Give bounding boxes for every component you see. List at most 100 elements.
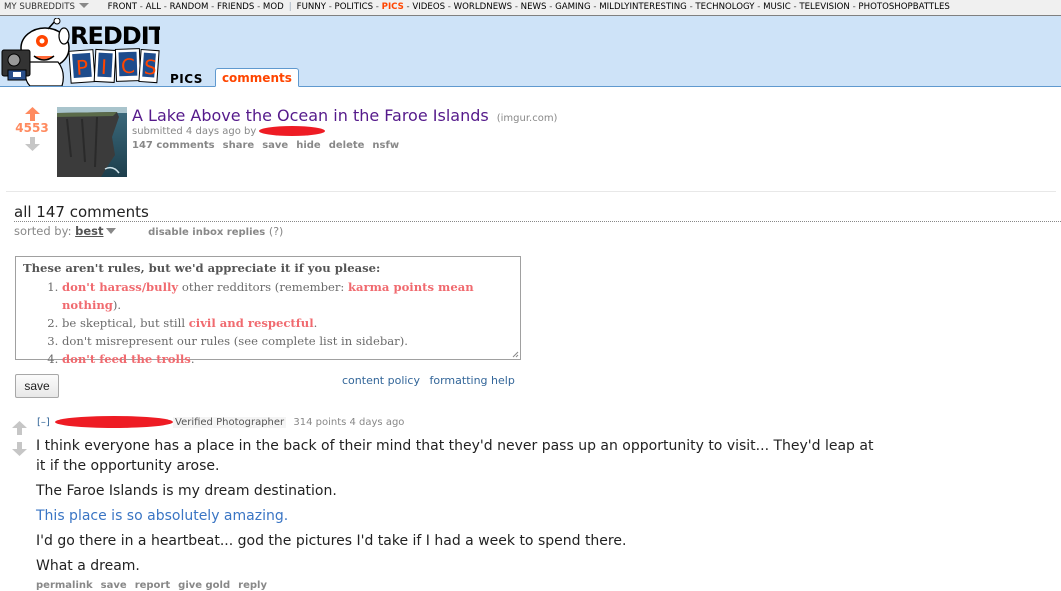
rule-item: don't feed the trolls. xyxy=(62,350,520,368)
post-thumbnail[interactable] xyxy=(57,107,127,177)
comment-paragraph: The Faroe Islands is my dream destinatio… xyxy=(36,483,337,499)
subreddit-link-television[interactable]: TELEVISION xyxy=(799,2,850,12)
subreddit-link-music[interactable]: MUSIC xyxy=(763,2,791,12)
subreddit-link-front[interactable]: FRONT xyxy=(108,2,137,12)
subreddit-link-gaming[interactable]: GAMING xyxy=(555,2,591,12)
redacted-username xyxy=(55,416,173,428)
separator: - xyxy=(754,2,764,12)
subreddit-link-mod[interactable]: MOD xyxy=(263,2,284,12)
svg-text:REDDIT: REDDIT xyxy=(70,22,160,50)
subreddit-link-pics[interactable]: PICS xyxy=(382,2,404,12)
disable-inbox-replies-toggle[interactable]: disable inbox replies xyxy=(148,227,265,238)
tab-pics[interactable]: PICS xyxy=(164,70,209,87)
rule-item: don't misrepresent our rules (see comple… xyxy=(62,332,520,350)
delete-button[interactable]: delete xyxy=(329,140,365,151)
comment-action-permalink[interactable]: permalink xyxy=(36,580,93,591)
separator: - xyxy=(208,2,217,12)
upvote-arrow-icon[interactable] xyxy=(12,421,27,435)
collapse-toggle[interactable]: [–] xyxy=(37,417,50,428)
comment-actions: permalink save report give gold reply xyxy=(36,580,275,591)
rule-highlight: civil and respectful xyxy=(188,316,314,330)
sort-row: sorted by: best disable inbox replies (?… xyxy=(14,224,283,238)
rule-text: . xyxy=(190,352,195,366)
comment-paragraph: I think everyone has a place in the back… xyxy=(36,438,874,474)
svg-text:S: S xyxy=(143,55,157,80)
comment-action-save[interactable]: save xyxy=(101,580,127,591)
post-buttons: 147 comments share save hide delete nsfw xyxy=(132,140,557,151)
my-subreddits-label: MY SUBREDDITS xyxy=(4,2,75,12)
rule-highlight: don't feed the trolls xyxy=(62,352,191,366)
separator: - xyxy=(325,2,335,12)
chevron-down-icon[interactable] xyxy=(106,228,117,234)
post-vote: 4553 xyxy=(12,106,52,151)
content-policy-link[interactable]: content policy xyxy=(342,374,420,387)
subreddit-link-worldnews[interactable]: WORLDNEWS xyxy=(454,2,512,12)
resize-handle-icon[interactable] xyxy=(511,350,519,358)
svg-text:P: P xyxy=(75,55,89,80)
comments-link[interactable]: 147 comments xyxy=(132,140,215,151)
comment-action-reply[interactable]: reply xyxy=(238,580,267,591)
save-post-button[interactable]: save xyxy=(262,140,288,151)
separator: - xyxy=(590,2,600,12)
subreddit-link-politics[interactable]: POLITICS xyxy=(335,2,374,12)
rule-text: be skeptical, but still xyxy=(62,316,189,330)
rule-item: don't harass/bully other redditors (reme… xyxy=(62,278,520,314)
post-score: 4553 xyxy=(15,121,49,135)
subreddit-logo[interactable]: REDDIT P I C S xyxy=(0,17,167,87)
tab-comments[interactable]: comments xyxy=(214,68,299,87)
comment-vote xyxy=(12,420,30,460)
subreddit-link-mildlyinteresting[interactable]: MILDLYINTERESTING xyxy=(599,2,687,12)
subreddit-link-technology[interactable]: TECHNOLOGY xyxy=(695,2,754,12)
subreddit-link-funny[interactable]: FUNNY xyxy=(297,2,326,12)
rules-list: don't harass/bully other redditors (reme… xyxy=(16,278,520,368)
header: REDDIT P I C S PICS comments xyxy=(0,16,1061,87)
rule-text: other redditors (remember: xyxy=(178,280,348,294)
upvote-arrow-icon[interactable] xyxy=(24,106,40,121)
comment-body: I think everyone has a place in the back… xyxy=(36,436,876,581)
sorted-by-label: sorted by: xyxy=(14,224,72,238)
user-flair: Verified Photographer xyxy=(173,417,287,428)
comment-action-give-gold[interactable]: give gold xyxy=(178,580,230,591)
comment-link[interactable]: This place is so absolutely amazing. xyxy=(36,506,876,526)
subreddit-link-videos[interactable]: VIDEOS xyxy=(412,2,445,12)
downvote-arrow-icon[interactable] xyxy=(24,136,40,151)
downvote-arrow-icon[interactable] xyxy=(12,442,27,456)
comment-tagline: [–] Verified Photographer 314 points 4 d… xyxy=(37,416,404,428)
subreddit-link-news[interactable]: NEWS xyxy=(521,2,547,12)
svg-text:I: I xyxy=(100,55,107,79)
help-link[interactable]: (?) xyxy=(269,225,283,238)
popular-subreddits: FUNNY - POLITICS - PICS - VIDEOS - WORLD… xyxy=(297,2,950,12)
rule-highlight: don't harass/bully xyxy=(62,280,179,294)
nsfw-button[interactable]: nsfw xyxy=(372,140,399,151)
formatting-help-link[interactable]: formatting help xyxy=(430,374,515,387)
submitted-text: submitted 4 days ago by xyxy=(132,126,257,137)
post-tagline: submitted 4 days ago by xyxy=(132,126,557,137)
subreddit-bar: MY SUBREDDITS FRONT - ALL - RANDOM - FRI… xyxy=(0,0,1061,16)
snoo-camera-icon: REDDIT P I C S xyxy=(1,17,167,87)
separator: - xyxy=(445,2,454,12)
subreddit-link-photoshopbattles[interactable]: PHOTOSHOPBATTLES xyxy=(858,2,949,12)
save-comment-button[interactable]: save xyxy=(15,374,59,398)
separator: - xyxy=(373,2,382,12)
post-title-link[interactable]: A Lake Above the Ocean in the Faroe Isla… xyxy=(132,106,489,125)
hide-button[interactable]: hide xyxy=(296,140,321,151)
special-subreddits: FRONT - ALL - RANDOM - FRIENDS - MOD xyxy=(108,0,284,15)
post-domain[interactable]: (imgur.com) xyxy=(497,113,558,124)
comments-heading: all 147 comments xyxy=(14,202,1061,222)
comment-textarea[interactable]: These aren't rules, but we'd appreciate … xyxy=(15,256,521,366)
svg-text:C: C xyxy=(121,54,136,78)
sort-dropdown[interactable]: best xyxy=(75,224,103,238)
separator: - xyxy=(137,2,146,12)
form-links: content policy formatting help xyxy=(342,374,521,387)
subreddit-link-random[interactable]: RANDOM xyxy=(170,2,209,12)
comment-action-report[interactable]: report xyxy=(135,580,170,591)
comment-paragraph: What a dream. xyxy=(36,558,140,574)
rules-heading: These aren't rules, but we'd appreciate … xyxy=(23,261,381,275)
my-subreddits-dropdown[interactable]: MY SUBREDDITS xyxy=(0,0,89,15)
subreddit-link-all[interactable]: ALL xyxy=(146,2,161,12)
separator: - xyxy=(161,2,170,12)
rule-text: ). xyxy=(112,298,122,312)
comment-meta: 314 points 4 days ago xyxy=(293,417,405,428)
share-button[interactable]: share xyxy=(223,140,255,151)
subreddit-link-friends[interactable]: FRIENDS xyxy=(217,2,254,12)
